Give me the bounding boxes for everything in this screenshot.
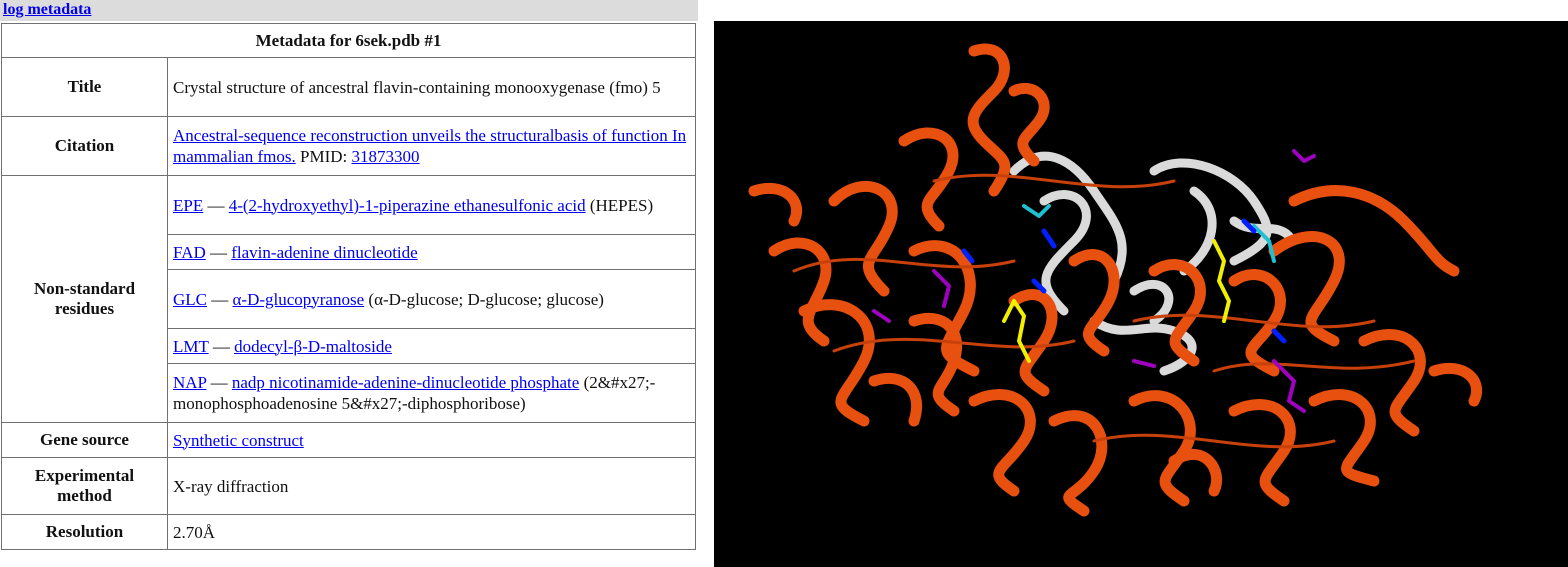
residue-name-link[interactable]: flavin-adenine dinucleotide xyxy=(231,243,417,262)
title-value: Crystal structure of ancestral flavin-co… xyxy=(167,57,696,117)
residue-code-link[interactable]: NAP xyxy=(173,373,206,392)
residue-extra: (HEPES) xyxy=(585,195,654,215)
residue-sep: — xyxy=(205,242,232,262)
table-row: Title Crystal structure of ancestral fla… xyxy=(1,57,696,117)
chimera-window: log metadata Metadata for 6sek.pdb #1 Ti… xyxy=(0,0,1568,567)
metadata-caption: Metadata for 6sek.pdb #1 xyxy=(1,23,696,58)
residue-name-link[interactable]: α-D-glucopyranose xyxy=(233,290,365,309)
residue-name-link[interactable]: 4-(2-hydroxyethyl)-1-piperazine ethanesu… xyxy=(229,196,586,215)
log-header: log metadata xyxy=(0,0,698,21)
citation-label: Citation xyxy=(1,116,168,176)
residue-extra: (α-D-glucose; D-glucose; glucose) xyxy=(364,289,604,309)
experimental-method-label: Experimental method xyxy=(1,457,168,515)
table-row: Resolution 2.70Å xyxy=(1,514,696,550)
experimental-method-value: X-ray diffraction xyxy=(167,457,696,515)
residue-lmt: LMT — dodecyl-β-D-maltoside xyxy=(167,328,696,364)
log-panel: log metadata Metadata for 6sek.pdb #1 Ti… xyxy=(0,0,698,567)
residue-sep: — xyxy=(207,289,233,309)
pmid-link[interactable]: 31873300 xyxy=(352,147,420,166)
residue-code-link[interactable]: LMT xyxy=(173,337,209,356)
residue-epe: EPE — 4-(2-hydroxyethyl)-1-piperazine et… xyxy=(167,175,696,235)
title-label: Title xyxy=(1,57,168,117)
table-row: Gene source Synthetic construct xyxy=(1,422,696,458)
residue-sep: — xyxy=(208,336,235,356)
gene-source-value: Synthetic construct xyxy=(167,422,696,458)
residue-name-link[interactable]: nadp nicotinamide-adenine-dinucleotide p… xyxy=(232,373,579,392)
metadata-table: Metadata for 6sek.pdb #1 Title Crystal s… xyxy=(1,23,696,550)
residue-sep: — xyxy=(206,373,232,392)
resolution-value: 2.70Å xyxy=(167,514,696,550)
citation-value: Ancestral-sequence reconstruction unveil… xyxy=(167,116,696,176)
residue-fad: FAD — flavin-adenine dinucleotide xyxy=(167,234,696,270)
gene-source-link[interactable]: Synthetic construct xyxy=(173,431,304,450)
gene-source-label: Gene source xyxy=(1,422,168,458)
citation-link[interactable]: Ancestral-sequence reconstruction unveil… xyxy=(173,126,686,166)
molecule-viewer[interactable] xyxy=(714,21,1568,567)
protein-ribbon-image xyxy=(714,21,1568,567)
table-row: Non-standard residues EPE — 4-(2-hydroxy… xyxy=(1,175,696,423)
pmid-label: PMID: xyxy=(295,147,352,166)
residue-nap: NAP — nadp nicotinamide-adenine-dinucleo… xyxy=(167,363,696,423)
residue-sep: — xyxy=(203,195,229,215)
table-row: Experimental method X-ray diffraction xyxy=(1,457,696,515)
residue-name-link[interactable]: dodecyl-β-D-maltoside xyxy=(234,337,392,356)
residue-code-link[interactable]: EPE xyxy=(173,196,203,215)
residue-code-link[interactable]: GLC xyxy=(173,290,207,309)
log-metadata-link[interactable]: log metadata xyxy=(3,1,91,19)
resolution-label: Resolution xyxy=(1,514,168,550)
residue-code-link[interactable]: FAD xyxy=(173,243,206,262)
table-row: Citation Ancestral-sequence reconstructi… xyxy=(1,116,696,176)
residue-glc: GLC — α-D-glucopyranose (α-D-glucose; D-… xyxy=(167,269,696,329)
nonstandard-label: Non-standard residues xyxy=(1,175,168,423)
